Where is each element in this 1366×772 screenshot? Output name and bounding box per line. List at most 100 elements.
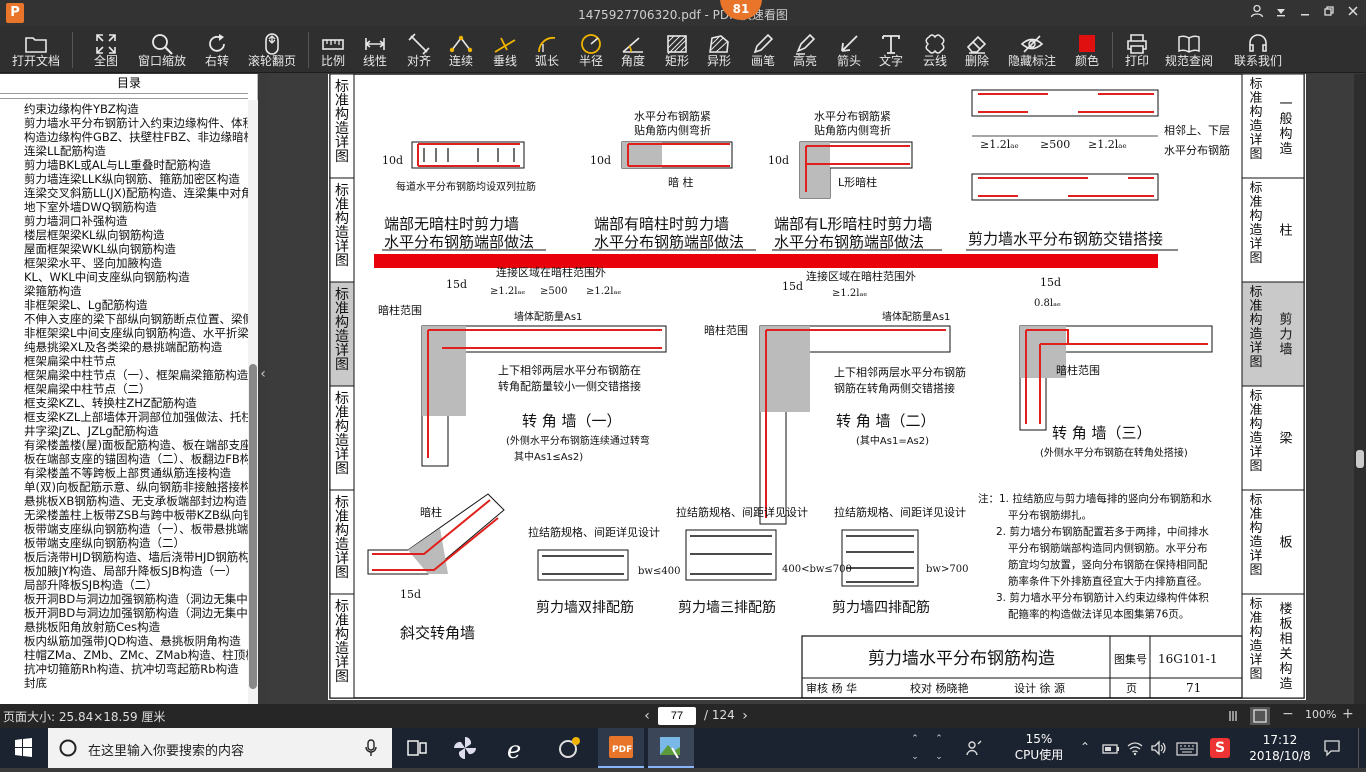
input-method-icon[interactable] (964, 738, 984, 758)
toc-item[interactable]: 非框架梁L、Lg配筋构造 (24, 298, 248, 312)
toc-item[interactable]: KL、WKL中间支座纵向钢筋构造 (24, 270, 248, 284)
zoom-out-icon[interactable]: − (1282, 706, 1296, 724)
toc-item[interactable]: 井字梁JZL、JZLg配筋构造 (24, 424, 248, 438)
image-viewer-taskbar-icon[interactable] (648, 728, 694, 768)
toc-item[interactable]: 连梁交叉斜筋LL(JX)配筋构造、连梁集中对角斜 (24, 186, 248, 200)
toc-item[interactable]: 约束边缘构件YBZ构造 (24, 102, 248, 116)
toc-item[interactable]: 纯悬挑梁XL及各类梁的悬挑端配筋构造 (24, 340, 248, 354)
close-icon[interactable] (1344, 4, 1362, 22)
toc-item[interactable]: 有梁楼盖不等跨板上部贯通纵筋连接构造 (24, 466, 248, 480)
hide-markup-button[interactable]: 隐藏标注 (1008, 26, 1056, 73)
toc-item[interactable]: 悬挑板阳角放射筋Ces构造 (24, 620, 248, 634)
task-view-icon[interactable] (394, 728, 440, 768)
show-desktop-button[interactable] (1358, 728, 1366, 768)
toc-item[interactable]: 剪力墙连梁LLK纵向钢筋、箍筋加密区构造 (24, 172, 248, 186)
restore-icon[interactable] (1320, 4, 1338, 22)
text-button[interactable]: 文字 (876, 26, 906, 73)
toc-item[interactable]: 局部升降板SJB构造（二） (24, 578, 248, 592)
window-zoom-button[interactable]: 窗口缩放 (138, 26, 186, 73)
keyboard-icon[interactable] (1176, 741, 1198, 756)
collapse-sidebar-icon[interactable]: ‹ (258, 360, 268, 388)
toc-item[interactable]: 板带端支座纵向钢筋构造（二） (24, 536, 248, 550)
taskbar-scroll-icon[interactable]: ⌃ ⌄ (906, 730, 924, 766)
red-markup-annotation[interactable] (374, 254, 1158, 268)
toc-item[interactable]: 剪力墙水平分布钢筋计入约束边缘构件、体积配箍 (24, 116, 248, 130)
single-page-view-icon[interactable] (1250, 707, 1270, 725)
toc-item[interactable]: 地下室外墙DWQ钢筋构造 (24, 200, 248, 214)
toc-item[interactable]: 剪力墙洞口补强构造 (24, 214, 248, 228)
toc-item[interactable]: 板内纵筋加强带JQD构造、悬挑板阴角构造 (24, 634, 248, 648)
show-hidden-icons-icon[interactable]: ⌃ (1080, 740, 1094, 756)
linear-button[interactable]: 线性 (360, 26, 390, 73)
page-number-input[interactable] (658, 707, 696, 725)
toc-item[interactable]: 有梁楼盖楼(屋)面板配筋构造、板在端部支座的 (24, 438, 248, 452)
toc-item[interactable]: 楼层框架梁KL纵向钢筋构造 (24, 228, 248, 242)
toc-item[interactable]: 板开洞BD与洞边加强钢筋构造（洞边无集中荷载） (24, 606, 248, 620)
toc-item[interactable]: 构造边缘构件GBZ、扶壁柱FBZ、非边缘暗柱AZ (24, 130, 248, 144)
microphone-icon[interactable] (364, 739, 378, 757)
toc-item[interactable]: 板开洞BD与洞边加强钢筋构造（洞边无集中荷载） (24, 592, 248, 606)
start-button[interactable] (0, 728, 48, 768)
pinwheel-app-icon[interactable] (442, 728, 488, 768)
cloud-button[interactable]: 云线 (920, 26, 950, 73)
toc-item[interactable]: 屋面框架梁WKL纵向钢筋构造 (24, 242, 248, 256)
pdf-viewer-taskbar-icon[interactable]: PDF (598, 728, 644, 768)
print-button[interactable]: 打印 (1122, 26, 1152, 73)
contact-button[interactable]: 联系我们 (1232, 26, 1284, 73)
toc-item[interactable]: 板后浇带HJD钢筋构造、墙后浇带HJD钢筋构造 (24, 550, 248, 564)
toc-item[interactable]: 板带端支座纵向钢筋构造（一）、板带悬挑端 (24, 522, 248, 536)
toc-item[interactable]: 连梁LL配筋构造 (24, 144, 248, 158)
scroll-page-button[interactable]: 滚轮翻页 (248, 26, 296, 73)
irregular-shape-button[interactable]: 异形 (704, 26, 734, 73)
angle-button[interactable]: 角度 (618, 26, 648, 73)
toc-item[interactable]: 无梁楼盖柱上板带ZSB与跨中板带KZB纵向钢筋 (24, 508, 248, 522)
toc-item[interactable]: 框架扁梁中柱节点（二） (24, 382, 248, 396)
toc-item[interactable]: 悬挑板XB钢筋构造、无支承板端部封边构造 (24, 494, 248, 508)
taskbar-clock[interactable]: 17:12 2018/10/8 (1248, 732, 1312, 764)
document-scrollbar-track[interactable] (1354, 74, 1366, 704)
previous-page-icon[interactable]: ‹ (640, 707, 654, 725)
toc-item[interactable]: 梁箍筋构造 (24, 284, 248, 298)
action-center-icon[interactable] (1322, 738, 1342, 758)
toc-item[interactable]: 封底 (24, 676, 248, 690)
document-scrollbar-thumb[interactable] (1356, 450, 1364, 468)
zoom-in-icon[interactable]: + (1342, 706, 1356, 724)
toc-item[interactable]: 柱帽ZMa、ZMb、ZMc、ZMab构造、柱顶柱帽 (24, 648, 248, 662)
toc-item[interactable]: 框架扁梁中柱节点 (24, 354, 248, 368)
brush-button[interactable]: 画笔 (748, 26, 778, 73)
next-page-icon[interactable]: › (738, 707, 752, 725)
spec-lookup-button[interactable]: 规范查阅 (1164, 26, 1214, 73)
perpendicular-button[interactable]: 垂线 (490, 26, 520, 73)
rotate-right-button[interactable]: 右转 (200, 26, 234, 73)
sogou-input-icon[interactable]: S (1210, 738, 1230, 758)
rectangle-button[interactable]: 矩形 (662, 26, 692, 73)
continuous-button[interactable]: 连续 (446, 26, 476, 73)
toc-scrollbar-thumb[interactable] (249, 364, 257, 689)
fit-page-button[interactable]: 全图 (88, 26, 124, 73)
taskbar-search-box[interactable]: 在这里输入你要搜索的内容 (48, 728, 392, 768)
toc-item[interactable]: 板在端部支座的锚固构造（二）、板翻边FB构造 (24, 452, 248, 466)
toc-item[interactable]: 不伸入支座的梁下部纵向钢筋断点位置、梁侧面 (24, 312, 248, 326)
battery-icon[interactable] (1102, 740, 1120, 756)
toc-item[interactable]: 框支梁KZL上部墙体开洞部位加强做法、托柱转换 (24, 410, 248, 424)
toc-item[interactable]: 非框架梁L中间支座纵向钢筋构造、水平折梁 (24, 326, 248, 340)
open-document-button[interactable]: 打开文档 (10, 26, 62, 73)
menu-dropdown-icon[interactable] (1272, 4, 1290, 22)
arc-length-button[interactable]: 弧长 (532, 26, 562, 73)
toc-item[interactable]: 单(双)向板配筋示意、纵向钢筋非接触搭接构造 (24, 480, 248, 494)
minimize-icon[interactable] (1296, 4, 1314, 22)
aligned-button[interactable]: 对齐 (404, 26, 434, 73)
radius-button[interactable]: 半径 (576, 26, 606, 73)
delete-button[interactable]: 删除 (962, 26, 992, 73)
toc-item[interactable]: 框支梁KZL、转换柱ZHZ配筋构造 (24, 396, 248, 410)
toc-item[interactable]: 抗冲切箍筋Rh构造、抗冲切弯起筋Rb构造 (24, 662, 248, 676)
toc-item[interactable]: 框架扁梁中柱节点（一）、框架扁梁箍筋构造 (24, 368, 248, 382)
scale-button[interactable]: 比例 (318, 26, 348, 73)
user-icon[interactable] (1248, 4, 1266, 22)
internet-explorer-icon[interactable]: e (494, 728, 540, 768)
toc-item[interactable]: 框架梁水平、竖向加腋构造 (24, 256, 248, 270)
toc-item[interactable]: 剪力墙BKL或AL与LL重叠时配筋构造 (24, 158, 248, 172)
color-button[interactable]: 颜色 (1072, 26, 1102, 73)
highlight-button[interactable]: 高亮 (790, 26, 820, 73)
arrow-button[interactable]: 箭头 (834, 26, 864, 73)
